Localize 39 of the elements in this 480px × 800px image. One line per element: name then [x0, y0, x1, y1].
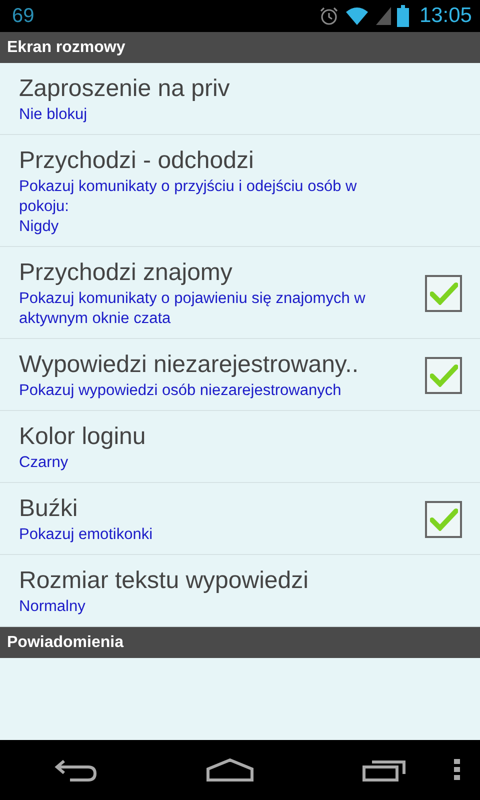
preference-title: Przychodzi znajomy: [19, 258, 232, 288]
preference-item[interactable]: Buźki Pokazuj emotikonki: [0, 483, 480, 555]
preference-item[interactable]: Kolor loginu Czarny: [0, 411, 480, 483]
check-icon: [430, 363, 458, 387]
preference-summary: Normalny: [19, 597, 86, 617]
preference-summary: Pokazuj wypowiedzi osób niezarejestrowanych: [19, 381, 342, 401]
preference-summary: Pokazuj komunikaty o pojawieniu się znajomych w aktywnym oknie czata: [19, 289, 366, 329]
checkbox[interactable]: [425, 356, 462, 394]
alarm-icon: [319, 6, 340, 26]
battery-icon: [397, 5, 410, 27]
clock-time: 13:05: [419, 4, 472, 28]
section-header: Ekran rozmowy: [0, 32, 480, 63]
preference-title: Rozmiar tekstu wypowiedzi: [19, 566, 308, 596]
preference-title: Wypowiedzi niezarejestrowany..: [19, 350, 358, 380]
back-icon[interactable]: [54, 757, 98, 783]
signal-icon: [375, 6, 392, 26]
preference-summary: Czarny: [19, 453, 68, 473]
check-icon: [430, 281, 458, 305]
preference-title: Zaproszenie na priv: [19, 74, 230, 104]
checkbox[interactable]: [425, 500, 462, 538]
preference-item[interactable]: Wypowiedzi niezarejestrowany.. Pokazuj wypowiedzi osób niezarejestrowanych: [0, 339, 480, 411]
preference-summary: Nigdy: [19, 217, 59, 237]
check-icon: [430, 507, 458, 531]
wifi-icon: [345, 6, 370, 26]
section-header: Powiadomienia: [0, 627, 480, 658]
notification-count: 69: [12, 4, 34, 28]
checkbox[interactable]: [425, 274, 462, 312]
preference-item[interactable]: Przychodzi - odchodzi Pokazuj komunikaty o przyjściu i odejściu osób w pokoju: Nigdy: [0, 135, 480, 247]
preference-item[interactable]: Przychodzi znajomy Pokazuj komunikaty o pojawieniu się znajomych w aktywnym oknie czata: [0, 247, 480, 339]
preference-title: Przychodzi - odchodzi: [19, 146, 254, 176]
preference-summary: Nie blokuj: [19, 105, 88, 125]
preference-title: Buźki: [19, 494, 78, 524]
preference-item[interactable]: Zaproszenie na priv Nie blokuj: [0, 63, 480, 135]
recent-apps-icon[interactable]: [362, 758, 406, 782]
preference-summary: Pokazuj emotikonki: [19, 525, 153, 545]
preference-title: Kolor loginu: [19, 422, 146, 452]
home-icon[interactable]: [206, 758, 254, 782]
overflow-menu-icon[interactable]: [454, 759, 460, 781]
preference-summary: Pokazuj komunikaty o przyjściu i odejściu osób w pokoju:: [19, 177, 358, 217]
